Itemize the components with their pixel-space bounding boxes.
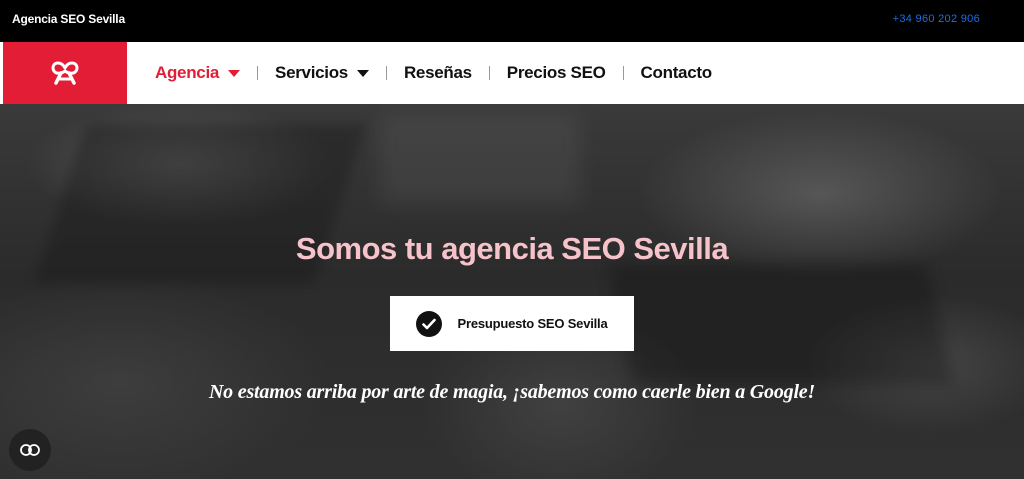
nav-item-label: Reseñas xyxy=(403,63,472,82)
hero-section: Somos tu agencia SEO Sevilla Presupuesto… xyxy=(0,104,1024,479)
top-bar: Agencia SEO Sevilla +34 960 202 906 xyxy=(0,0,1024,42)
quote-button-label: Presupuesto SEO Sevilla xyxy=(457,316,608,331)
main-header: Agencia Servicios Reseñas Precios SEO Co… xyxy=(0,42,1024,104)
nav-item-precios-seo[interactable]: Precios SEO xyxy=(490,42,623,104)
nav-item-agencia[interactable]: Agencia xyxy=(138,42,257,104)
nav-item-resenas[interactable]: Reseñas xyxy=(387,42,489,104)
nav-item-label: Servicios xyxy=(275,63,348,82)
main-nav: Agencia Servicios Reseñas Precios SEO Co… xyxy=(138,42,729,104)
phone-link[interactable]: +34 960 202 906 xyxy=(893,13,980,25)
caret-down-icon xyxy=(228,69,241,77)
nav-item-contacto[interactable]: Contacto xyxy=(624,42,729,104)
nav-item-label: Contacto xyxy=(640,63,713,82)
caret-down-icon xyxy=(356,69,369,77)
site-logo[interactable] xyxy=(3,42,127,104)
hero-subtitle: No estamos arriba por arte de magia, ¡sa… xyxy=(208,381,816,403)
hero-background-shape xyxy=(380,114,580,204)
site-brand-name[interactable]: Agencia SEO Sevilla xyxy=(12,12,125,26)
cookie-settings-icon xyxy=(20,444,40,456)
nav-item-servicios[interactable]: Servicios xyxy=(258,42,386,104)
ribbon-logo-icon xyxy=(51,61,79,85)
nav-item-label: Agencia xyxy=(155,63,220,82)
nav-item-label: Precios SEO xyxy=(506,63,606,82)
cookie-settings-button[interactable] xyxy=(9,429,51,471)
quote-button[interactable]: Presupuesto SEO Sevilla xyxy=(390,296,634,351)
hero-background-shape xyxy=(607,264,953,384)
hero-title: Somos tu agencia SEO Sevilla xyxy=(295,231,729,266)
check-circle-icon xyxy=(416,310,443,337)
